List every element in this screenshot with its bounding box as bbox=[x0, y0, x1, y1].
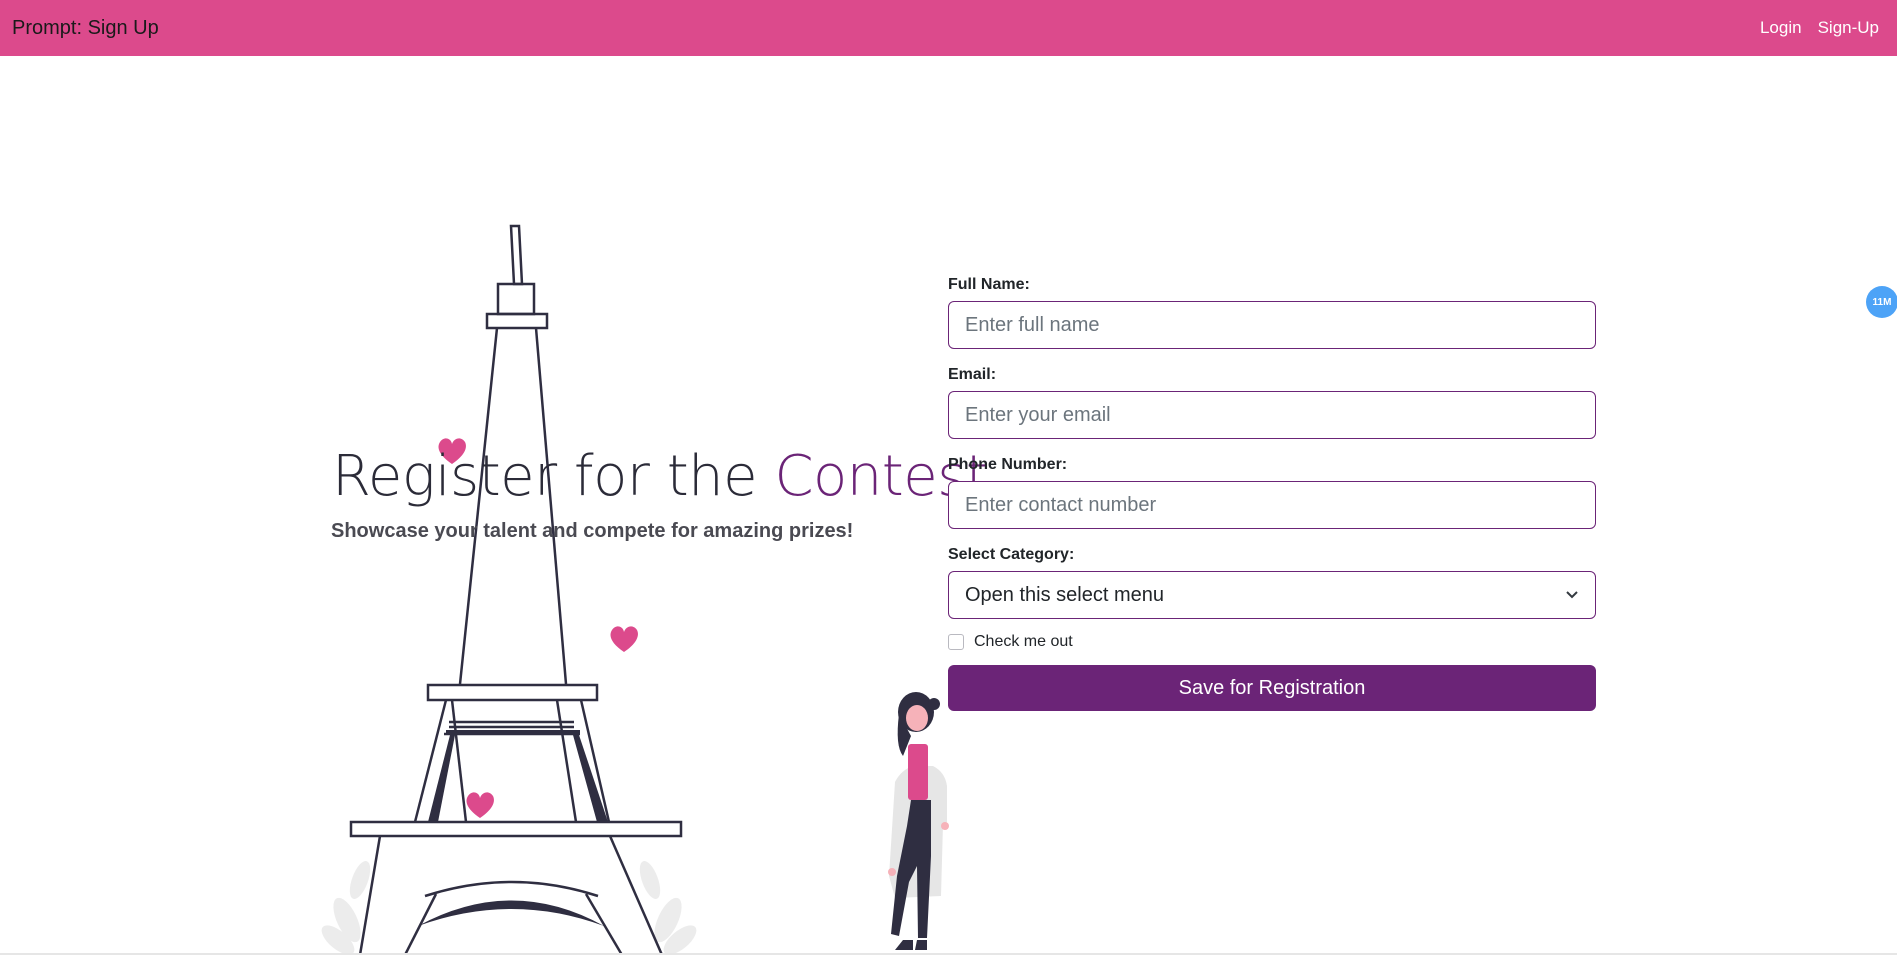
hero-title-main: Register for the bbox=[332, 444, 775, 509]
brand-link[interactable]: Prompt: Sign Up bbox=[12, 17, 159, 40]
full-name-label: Full Name: bbox=[948, 276, 1030, 293]
main-content: Register for the Contest. Showcase your … bbox=[0, 56, 1897, 955]
save-registration-button[interactable]: Save for Registration bbox=[948, 665, 1596, 711]
full-name-group: Full Name: bbox=[948, 276, 1596, 349]
floating-extension-badge[interactable]: 11M bbox=[1866, 286, 1897, 318]
leaf-decoration-right bbox=[639, 861, 697, 955]
heart-icon bbox=[610, 626, 638, 652]
heart-icon bbox=[466, 792, 494, 818]
chevron-down-icon bbox=[1566, 591, 1578, 599]
hero-subtitle: Showcase your talent and compete for ama… bbox=[331, 520, 854, 542]
phone-input[interactable] bbox=[948, 481, 1596, 529]
category-select[interactable]: Open this select menu bbox=[948, 571, 1596, 619]
signup-link[interactable]: Sign-Up bbox=[1818, 18, 1879, 38]
category-group: Select Category: Open this select menu bbox=[948, 546, 1596, 619]
tower-structure bbox=[349, 224, 683, 955]
full-name-input[interactable] bbox=[948, 301, 1596, 349]
top-navbar: Prompt: Sign Up Login Sign-Up bbox=[0, 0, 1897, 56]
phone-label: Phone Number: bbox=[948, 456, 1068, 473]
email-input[interactable] bbox=[948, 391, 1596, 439]
email-group: Email: bbox=[948, 366, 1596, 439]
registration-form: Full Name: Email: Phone Number: Select C… bbox=[948, 276, 1596, 711]
leaf-decoration-left bbox=[321, 861, 371, 955]
category-selected-value: Open this select menu bbox=[965, 583, 1164, 606]
check-me-out-checkbox[interactable] bbox=[948, 634, 964, 650]
check-me-out-label[interactable]: Check me out bbox=[974, 633, 1073, 651]
email-label: Email: bbox=[948, 366, 997, 383]
category-label: Select Category: bbox=[948, 546, 1075, 563]
login-link[interactable]: Login bbox=[1760, 18, 1802, 38]
nav-links: Login Sign-Up bbox=[1760, 18, 1885, 38]
tower-solid-parts bbox=[418, 730, 608, 926]
woman-illustration bbox=[888, 692, 949, 950]
hero-title: Register for the Contest. bbox=[332, 444, 1005, 509]
phone-group: Phone Number: bbox=[948, 456, 1596, 529]
check-me-out-row: Check me out bbox=[948, 633, 1596, 651]
